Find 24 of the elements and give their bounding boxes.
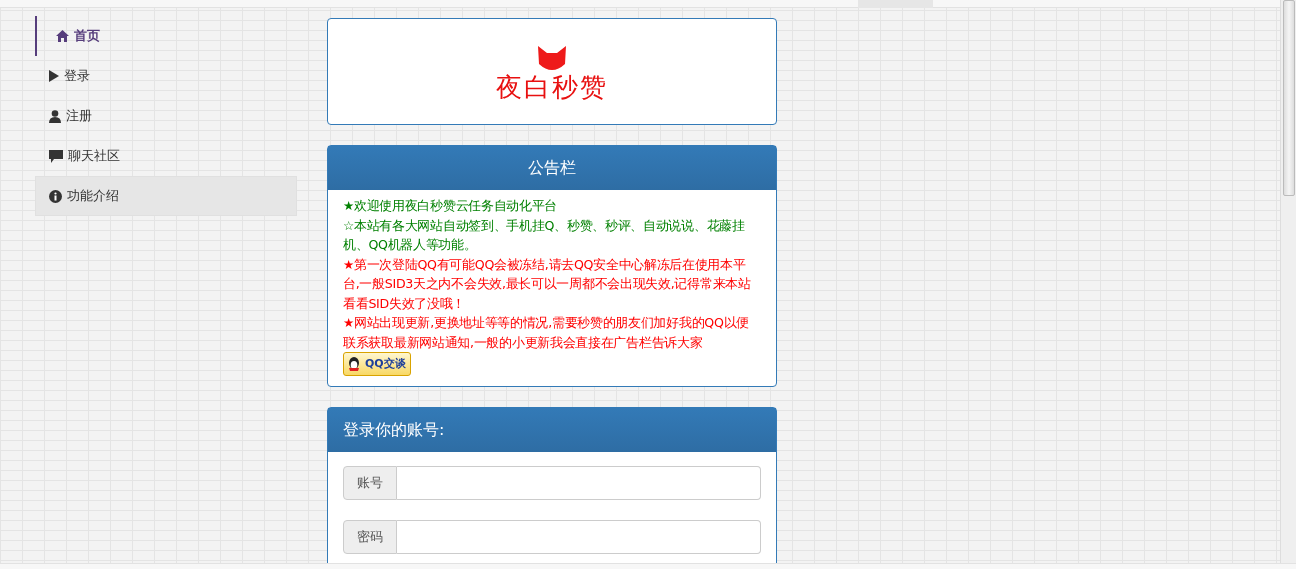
sidebar-item[interactable]: 登录 (35, 56, 297, 96)
field-label: 账号 (343, 465, 397, 500)
sidebar-item[interactable]: 聊天社区 (35, 136, 297, 176)
play-icon (49, 70, 59, 82)
input-field[interactable] (397, 465, 761, 500)
logo-text: 夜白秒赞 (496, 73, 608, 100)
notice-text: ★网站出现更新,更换地址等等的情况,需要秒赞的朋友们加好我的QQ以便联系获取最新网站通知,一般的小更新我会直接在广告栏告诉大家 QQ交谈 (343, 313, 761, 376)
penguin-icon (346, 355, 362, 372)
input-field[interactable] (397, 519, 761, 554)
notice-text: ☆本站有各大网站自动签到、手机挂Q、秒赞、秒评、自动说说、花藤挂机、QQ机器人等功能。 (343, 216, 746, 254)
panel-title: 登录你的账号: (328, 407, 776, 452)
sidebar-item[interactable]: 功能介绍 (35, 176, 297, 216)
chat-icon (49, 149, 63, 163)
user-icon (49, 109, 61, 123)
sidebar-item[interactable]: 首页 (35, 16, 297, 56)
home-icon (56, 30, 69, 42)
info-icon (49, 189, 62, 203)
panel-title: 公告栏 (328, 146, 776, 190)
notice-text: ★第一次登陆QQ有可能QQ会被冻结,请去QQ安全中心解冻后在使用本平台,一般SID3天之内不会失效,最长可以一周都不会出现失效,记得常来本站看看SID失效了没哦！ (343, 255, 752, 313)
notice-text: ★欢迎使用夜白秒赞云任务自动化平台 (343, 197, 559, 215)
qq-chat-button[interactable]: QQ交谈 (343, 352, 411, 376)
field-label: 密码 (343, 519, 397, 554)
scrollbar[interactable] (1280, 0, 1296, 563)
sidebar-item[interactable]: 注册 (35, 96, 297, 136)
